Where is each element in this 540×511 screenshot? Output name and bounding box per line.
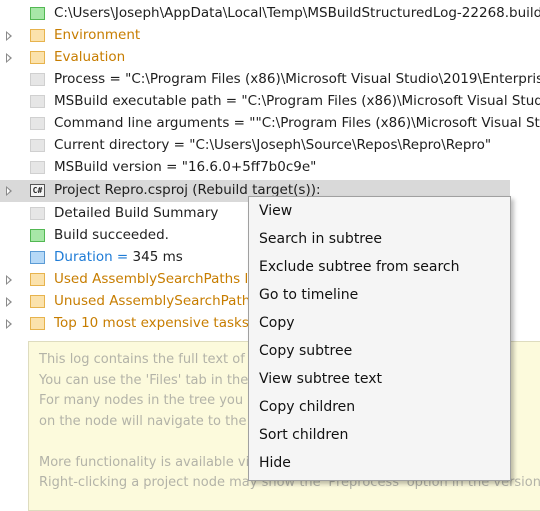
menu-item-hide[interactable]: Hide: [259, 451, 291, 475]
menu-item-view[interactable]: View: [259, 199, 292, 223]
tree-row-msbuild-path[interactable]: MSBuild executable path = "C:\Program Fi…: [0, 91, 540, 113]
property-icon: [30, 117, 45, 130]
duration-icon: [30, 251, 45, 264]
tree-row-process[interactable]: Process = "C:\Program Files (x86)\Micros…: [0, 69, 540, 91]
tree-row-log-file[interactable]: C:\Users\Joseph\AppData\Local\Temp\MSBui…: [0, 3, 540, 25]
folder-icon: [30, 317, 45, 330]
build-log-icon: [30, 7, 45, 20]
tree-row-label: MSBuild executable path = "C:\Program Fi…: [54, 93, 540, 109]
tree-row-label: Command line arguments = ""C:\Program Fi…: [54, 115, 540, 131]
tree-row-environment[interactable]: Environment: [0, 25, 540, 47]
expand-arrow-icon[interactable]: [6, 186, 12, 196]
tree-row-label: Top 10 most expensive tasks: [54, 315, 249, 331]
folder-icon: [30, 51, 45, 64]
folder-icon: [30, 29, 45, 42]
tree-row-label: Process = "C:\Program Files (x86)\Micros…: [54, 71, 540, 87]
menu-item-view-subtree-text[interactable]: View subtree text: [259, 367, 382, 391]
menu-item-copy-subtree[interactable]: Copy subtree: [259, 339, 352, 363]
expand-arrow-icon[interactable]: [6, 297, 12, 307]
tree-row-evaluation[interactable]: Evaluation: [0, 47, 540, 69]
context-menu: View Search in subtree Exclude subtree f…: [248, 196, 511, 481]
menu-item-copy-children[interactable]: Copy children: [259, 395, 355, 419]
duration-key: Duration =: [54, 249, 133, 265]
menu-item-sort-children[interactable]: Sort children: [259, 423, 348, 447]
expand-arrow-icon[interactable]: [6, 53, 12, 63]
tree-row-label: C:\Users\Joseph\AppData\Local\Temp\MSBui…: [54, 5, 540, 21]
folder-icon: [30, 295, 45, 308]
menu-item-search-in-subtree[interactable]: Search in subtree: [259, 227, 382, 251]
menu-item-copy[interactable]: Copy: [259, 311, 295, 335]
tree-row-msbuild-version[interactable]: MSBuild version = "16.6.0+5ff7b0c9e": [0, 157, 540, 179]
success-icon: [30, 229, 45, 242]
csharp-project-icon: C#: [30, 184, 45, 197]
property-icon: [30, 95, 45, 108]
property-icon: [30, 73, 45, 86]
expand-arrow-icon[interactable]: [6, 275, 12, 285]
menu-item-go-to-timeline[interactable]: Go to timeline: [259, 283, 358, 307]
tree-row-label: Environment: [54, 27, 141, 43]
message-icon: [30, 207, 45, 220]
property-icon: [30, 161, 45, 174]
folder-icon: [30, 273, 45, 286]
expand-arrow-icon[interactable]: [6, 319, 12, 329]
tree-row-label: Duration = 345 ms: [54, 249, 183, 265]
expand-arrow-icon[interactable]: [6, 31, 12, 41]
tree-row-label: Current directory = "C:\Users\Joseph\Sou…: [54, 137, 492, 153]
tree-row-command-line[interactable]: Command line arguments = ""C:\Program Fi…: [0, 113, 540, 135]
tree-row-current-directory[interactable]: Current directory = "C:\Users\Joseph\Sou…: [0, 135, 540, 157]
menu-item-exclude-subtree[interactable]: Exclude subtree from search: [259, 255, 460, 279]
tree-row-label: MSBuild version = "16.6.0+5ff7b0c9e": [54, 159, 317, 175]
tree-row-label: Detailed Build Summary: [54, 205, 219, 221]
tree-row-label: Build succeeded.: [54, 227, 169, 243]
tree-row-label: Evaluation: [54, 49, 126, 65]
duration-value: 345 ms: [132, 249, 183, 265]
property-icon: [30, 139, 45, 152]
